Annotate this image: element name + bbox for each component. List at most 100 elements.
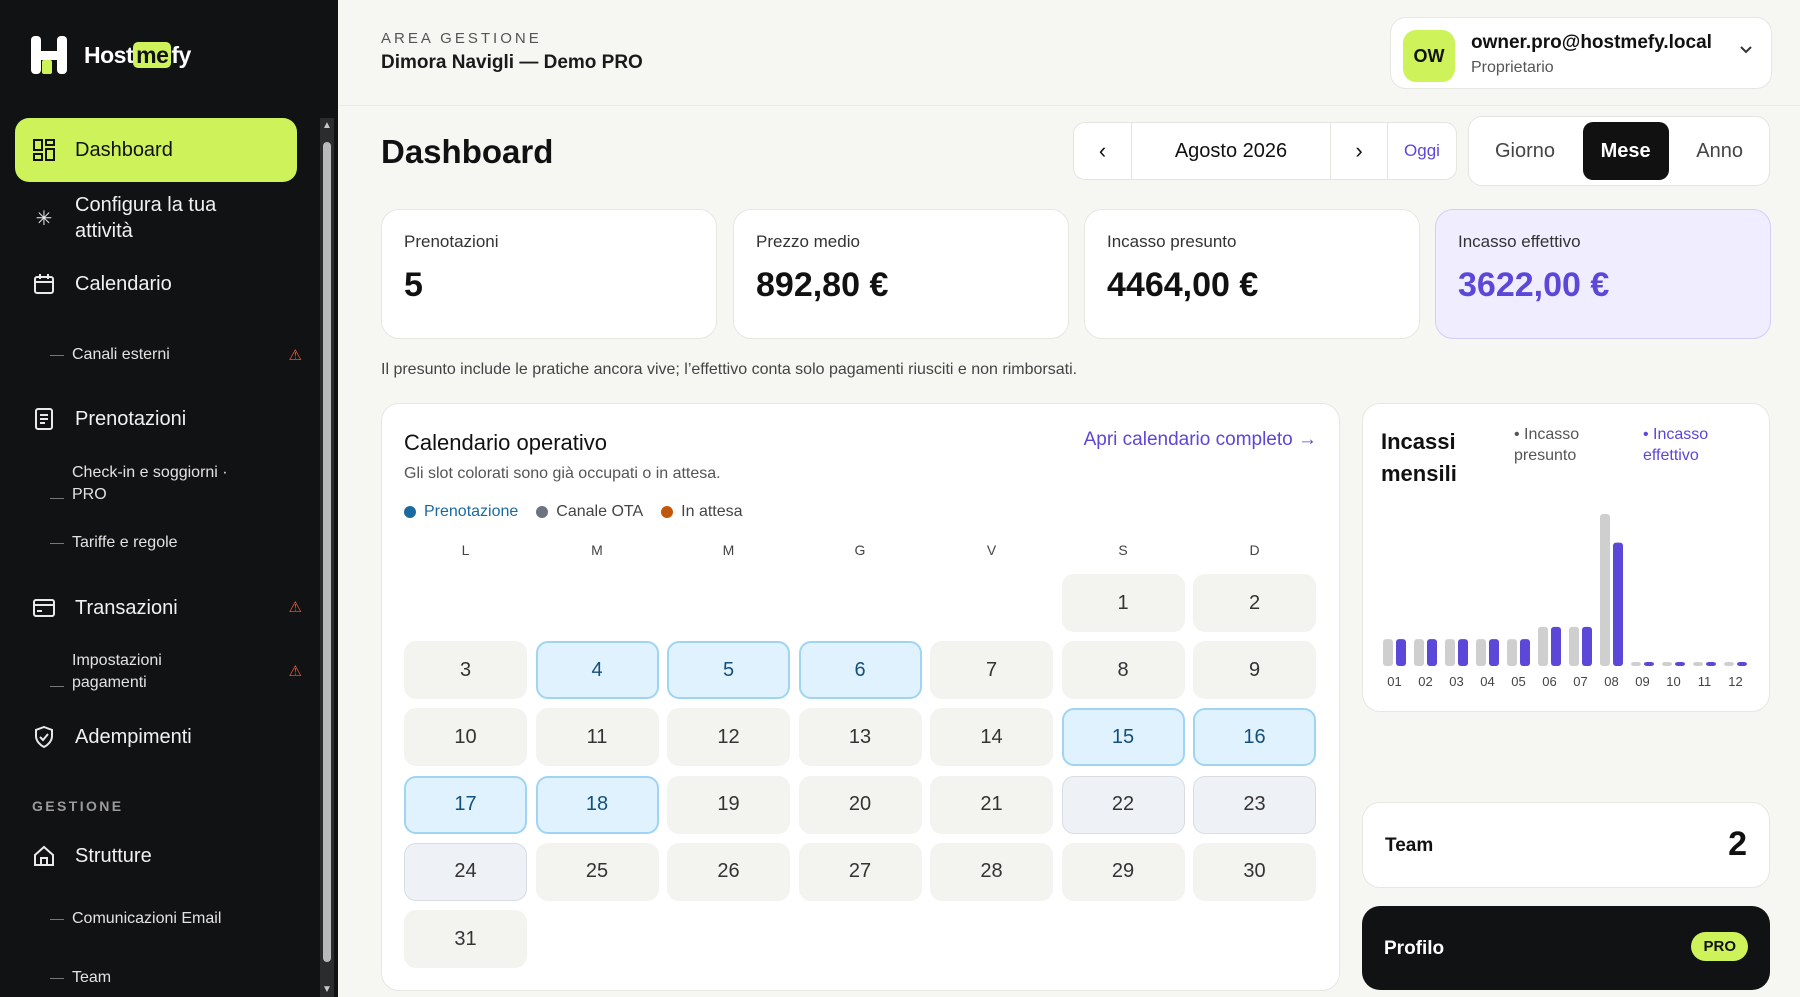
calendar-day[interactable]: 9 [1193, 641, 1316, 700]
calendar-day[interactable]: 13 [798, 708, 922, 767]
bar-incasso-presunto[interactable] [1538, 626, 1548, 666]
sidebar-subitem-impostazioni-pagamenti[interactable]: Impostazioni pagamenti [50, 650, 295, 694]
calendar-day[interactable]: 4 [535, 641, 659, 700]
bar-incasso-presunto[interactable] [1414, 639, 1424, 666]
calendar-day[interactable]: 26 [667, 842, 790, 901]
bar-incasso-presunto[interactable] [1693, 662, 1703, 666]
bar-incasso-presunto[interactable] [1569, 626, 1579, 666]
x-tick-label: 10 [1666, 674, 1680, 689]
bar-incasso-effettivo[interactable] [1551, 626, 1561, 666]
calendar-day[interactable]: 6 [798, 641, 922, 700]
document-icon [31, 406, 57, 432]
calendar-day[interactable]: 12 [667, 708, 790, 767]
calendar-day[interactable]: 25 [535, 842, 659, 901]
bar-incasso-effettivo[interactable] [1706, 662, 1716, 666]
legend-item-prenotazione: Prenotazione [404, 503, 518, 521]
bar-incasso-presunto[interactable] [1507, 639, 1517, 666]
calendar-subtitle: Gli slot colorati sono già occupati o in… [404, 465, 721, 482]
brand-logo[interactable]: Host me fy [28, 34, 191, 76]
pro-badge: PRO [1691, 932, 1748, 961]
sidebar-scrollbar[interactable]: ▲ ▼ [320, 118, 334, 997]
calendar-day[interactable]: 15 [1061, 708, 1185, 767]
bar-incasso-effettivo[interactable] [1458, 639, 1468, 666]
sidebar-subitem-label: Team [72, 969, 112, 986]
calendar-day[interactable]: 7 [930, 641, 1053, 700]
calendar-day[interactable]: 8 [1061, 641, 1185, 700]
calendar-day[interactable]: 2 [1193, 574, 1316, 632]
bar-incasso-effettivo[interactable] [1613, 542, 1623, 666]
page-title: Dashboard [381, 133, 554, 170]
kpi-label: Incasso presunto [1107, 232, 1237, 251]
calendar-day[interactable]: 29 [1061, 842, 1185, 901]
x-tick-label: 11 [1698, 674, 1712, 689]
bar-incasso-presunto[interactable] [1631, 662, 1641, 666]
calendar-day[interactable]: 5 [667, 641, 790, 700]
calendar-day[interactable]: 1 [1061, 574, 1185, 632]
sidebar-subitem-comunicazioni-email[interactable]: Comunicazioni Email [50, 908, 295, 930]
calendar-day[interactable]: 28 [930, 842, 1053, 901]
bar-incasso-effettivo[interactable] [1644, 662, 1654, 666]
calendar-day[interactable]: 31 [404, 910, 527, 968]
open-full-calendar-link[interactable]: Apri calendario completo → [1084, 429, 1317, 451]
calendar-day[interactable]: 17 [404, 775, 527, 834]
bar-incasso-effettivo[interactable] [1675, 662, 1685, 666]
sidebar-item-label: Dashboard [75, 138, 173, 161]
next-month-button[interactable]: › [1330, 123, 1388, 179]
calendar-day[interactable]: 22 [1061, 775, 1185, 834]
profile-card[interactable]: Profilo PRO [1362, 906, 1770, 990]
view-year-button[interactable]: Anno [1678, 122, 1761, 180]
sidebar-item-transazioni[interactable]: Transazioni [15, 586, 297, 630]
kpi-value: 3622,00 € [1458, 266, 1610, 304]
bar-incasso-presunto[interactable] [1600, 514, 1610, 666]
calendar-day[interactable]: 10 [404, 708, 527, 767]
scroll-thumb[interactable] [323, 142, 331, 962]
calendar-day[interactable]: 19 [667, 775, 790, 834]
calendar-day[interactable]: 16 [1193, 708, 1316, 767]
bar-incasso-effettivo[interactable] [1737, 662, 1747, 666]
sidebar-subitem-canali-esterni[interactable]: Canali esterni [50, 344, 295, 366]
calendar-day[interactable]: 24 [404, 842, 527, 901]
calendar-day[interactable]: 30 [1193, 842, 1316, 901]
sidebar-subitem-tariffe[interactable]: Tariffe e regole [50, 532, 295, 554]
today-button[interactable]: Oggi [1388, 123, 1456, 179]
sidebar-item-configura[interactable]: ✳ Configura la tua attività [15, 190, 297, 246]
bar-incasso-presunto[interactable] [1476, 639, 1486, 666]
scroll-up-arrow-icon[interactable]: ▲ [321, 120, 333, 131]
calendar-day[interactable]: 27 [798, 842, 922, 901]
bar-incasso-effettivo[interactable] [1520, 639, 1530, 666]
sidebar-subitem-checkin[interactable]: Check-in e soggiorni · PRO [50, 462, 295, 506]
x-tick-label: 01 [1387, 674, 1401, 689]
user-menu[interactable]: OW owner.pro@hostmefy.local Proprietario [1390, 17, 1772, 89]
x-tick-label: 05 [1511, 674, 1525, 689]
bar-incasso-presunto[interactable] [1724, 662, 1734, 666]
sparkle-icon: ✳ [35, 207, 53, 230]
sidebar-subitem-team[interactable]: Team [50, 967, 295, 989]
scroll-down-arrow-icon[interactable]: ▼ [321, 984, 333, 995]
calendar-day[interactable]: 23 [1193, 775, 1316, 834]
sidebar-item-calendario[interactable]: Calendario [15, 262, 297, 306]
calendar-day[interactable]: 14 [930, 708, 1053, 767]
sidebar-item-strutture[interactable]: Strutture [15, 834, 297, 878]
calendar-day[interactable]: 18 [535, 775, 659, 834]
weekday-header: S [1118, 542, 1128, 558]
team-card[interactable]: Team 2 [1362, 802, 1770, 888]
calendar-day[interactable]: 3 [404, 641, 527, 700]
sidebar-item-dashboard[interactable]: Dashboard [15, 118, 297, 182]
calendar-day[interactable]: 21 [930, 775, 1053, 834]
view-day-button[interactable]: Giorno [1477, 122, 1573, 180]
bar-incasso-effettivo[interactable] [1489, 639, 1499, 666]
calendar-day[interactable]: 11 [535, 708, 659, 767]
sidebar-item-prenotazioni[interactable]: Prenotazioni [15, 397, 297, 441]
view-month-button[interactable]: Mese [1582, 122, 1669, 180]
bar-incasso-presunto[interactable] [1445, 639, 1455, 666]
kpi-label: Prenotazioni [404, 232, 499, 251]
bar-incasso-effettivo[interactable] [1582, 626, 1592, 666]
calendar-day[interactable]: 20 [798, 775, 922, 834]
bar-incasso-effettivo[interactable] [1396, 639, 1406, 666]
prev-month-button[interactable]: ‹ [1074, 123, 1132, 179]
sidebar-item-adempimenti[interactable]: Adempimenti [15, 715, 297, 759]
chart-title: Incassi mensili [1381, 429, 1457, 486]
bar-incasso-presunto[interactable] [1383, 639, 1393, 666]
bar-incasso-effettivo[interactable] [1427, 639, 1437, 666]
bar-incasso-presunto[interactable] [1662, 662, 1672, 666]
